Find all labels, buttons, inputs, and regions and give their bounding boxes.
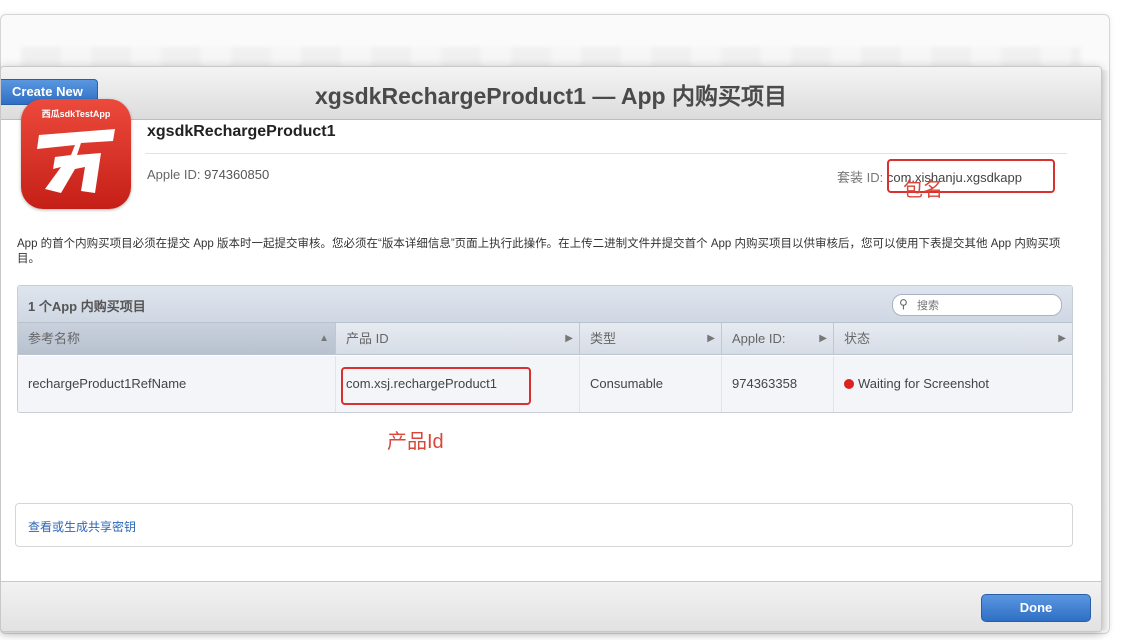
product-id-highlight	[341, 367, 531, 405]
column-header-status[interactable]: 状态 ▶	[834, 323, 1072, 355]
app-icon-caption: 西瓜sdkTestApp	[41, 109, 111, 119]
sort-right-icon: ▶	[1058, 333, 1066, 344]
column-label: 状态	[844, 331, 871, 346]
xi-glyph-icon	[37, 129, 115, 193]
iap-dialog: Create New xgsdkRechargeProduct1 — App 内…	[0, 66, 1102, 632]
search-box[interactable]: ⚲	[892, 294, 1062, 316]
shared-secret-panel: 查看或生成共享密钥	[15, 503, 1073, 547]
notice-text: App 的首个内购买项目必须在提交 App 版本时一起提交审核。您必须在“版本详…	[17, 238, 1061, 265]
search-icon: ⚲	[899, 297, 908, 311]
apple-id-value: 974360850	[204, 167, 270, 182]
package-name-annotation: 包名	[903, 179, 943, 201]
table-caption: 1 个App 内购买项目 ⚲	[18, 286, 1072, 323]
column-header-product-id[interactable]: 产品 ID ▶	[336, 323, 580, 355]
divider	[145, 153, 1067, 154]
product-id-annotation: 产品Id	[387, 431, 444, 453]
sort-right-icon: ▶	[565, 333, 573, 344]
shared-secret-link[interactable]: 查看或生成共享密钥	[28, 518, 136, 535]
dialog-title: xgsdkRechargeProduct1 — App 内购买项目	[314, 83, 787, 109]
sort-up-icon: ▲	[319, 333, 329, 344]
cell-type: Consumable	[580, 356, 722, 412]
bundle-id-label: 套装 ID:	[837, 170, 884, 185]
apple-id-label: Apple ID:	[147, 167, 201, 182]
status-error-icon	[844, 379, 854, 389]
apple-id: Apple ID: 974360850	[147, 167, 269, 182]
dialog-header: Create New xgsdkRechargeProduct1 — App 内…	[1, 67, 1101, 120]
product-name: xgsdkRechargeProduct1	[147, 123, 336, 140]
done-button[interactable]: Done	[981, 594, 1091, 622]
sort-right-icon: ▶	[707, 333, 715, 344]
column-header-reference-name[interactable]: 参考名称 ▲	[18, 323, 336, 355]
search-input[interactable]	[915, 297, 1055, 315]
column-label: 参考名称	[28, 331, 81, 346]
table-caption-text: 1 个App 内购买项目	[28, 299, 146, 314]
sort-right-icon: ▶	[819, 333, 827, 344]
column-header-apple-id[interactable]: Apple ID: ▶	[722, 323, 834, 355]
column-label: Apple ID:	[732, 331, 786, 346]
column-label: 类型	[590, 331, 617, 346]
iap-table: 1 个App 内购买项目 ⚲ 参考名称 ▲ 产品 ID ▶ 类型 ▶ Apple…	[17, 285, 1073, 413]
cell-reference-name[interactable]: rechargeProduct1RefName	[18, 356, 336, 412]
dialog-footer: Done	[1, 582, 1101, 631]
column-label: 产品 ID	[346, 331, 389, 346]
cell-apple-id: 974363358	[722, 356, 834, 412]
column-header-type[interactable]: 类型 ▶	[580, 323, 722, 355]
app-icon: 西瓜sdkTestApp	[21, 99, 131, 209]
status-text: Waiting for Screenshot	[858, 376, 990, 391]
cell-status: Waiting for Screenshot	[834, 356, 1072, 412]
